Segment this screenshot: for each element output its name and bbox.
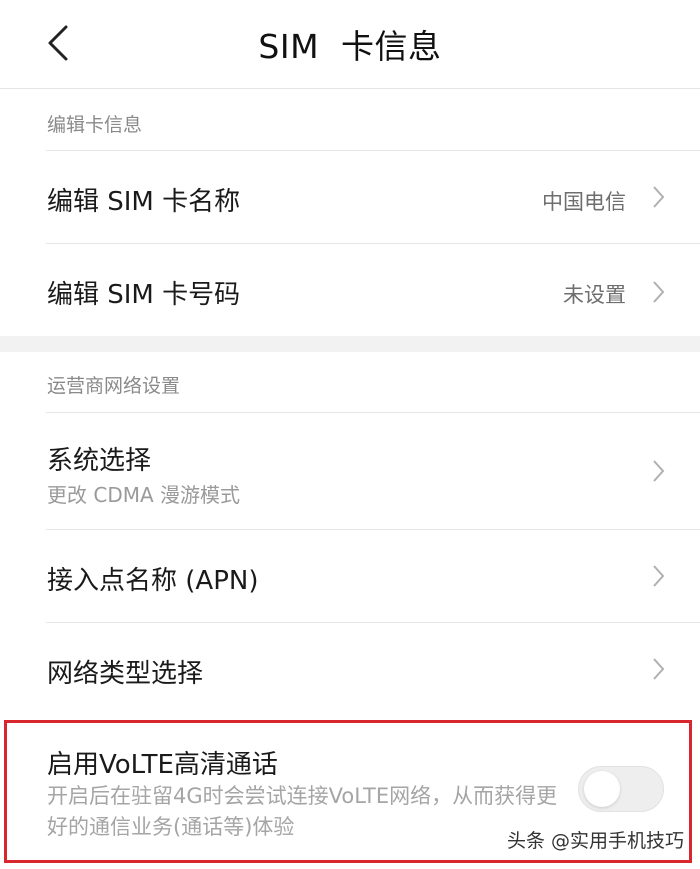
section-label-edit-card: 编辑卡信息 [47,114,143,136]
row-title: 接入点名称 (APN) [47,566,259,596]
row-title: 网络类型选择 [47,659,204,689]
row-title: 编辑 SIM 卡号码 [47,280,241,310]
watermark: 头条 @实用手机技巧 [506,830,684,852]
chevron-right-icon [653,460,665,482]
row-apn[interactable]: 接入点名称 (APN) [0,530,700,622]
header-divider [0,88,700,89]
row-title: 系统选择 [47,446,152,476]
row-system-select[interactable]: 系统选择 更改 CDMA 漫游模式 [0,413,700,529]
row-edit-sim-name[interactable]: 编辑 SIM 卡名称 中国电信 [0,151,700,243]
chevron-right-icon [653,281,665,303]
row-value: 未设置 [563,283,626,307]
section-label-carrier-network: 运营商网络设置 [47,375,181,397]
row-edit-sim-number[interactable]: 编辑 SIM 卡号码 未设置 [0,244,700,336]
chevron-right-icon [653,658,665,680]
row-value: 中国电信 [542,190,626,214]
row-title: 编辑 SIM 卡名称 [47,187,241,217]
chevron-right-icon [653,565,665,587]
row-subtitle: 更改 CDMA 漫游模式 [47,483,241,507]
row-network-type[interactable]: 网络类型选择 [0,623,700,715]
chevron-right-icon [653,186,665,208]
top-bar: SIM 卡信息 [0,0,700,88]
section-gap [0,336,700,352]
page-title: SIM 卡信息 [258,27,442,66]
